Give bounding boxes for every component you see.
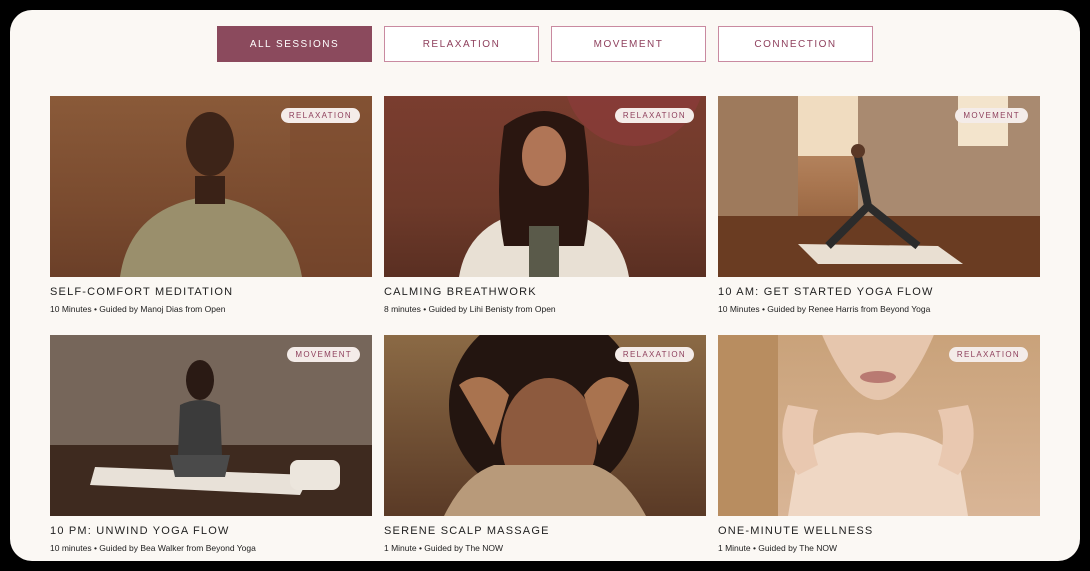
person-illustration: [718, 335, 974, 516]
category-badge: MOVEMENT: [955, 108, 1028, 123]
session-title[interactable]: 10 PM: UNWIND YOGA FLOW: [50, 525, 372, 537]
session-meta: 10 minutes • Guided by Bea Walker from B…: [50, 543, 256, 553]
tab-connection[interactable]: CONNECTION: [718, 26, 873, 62]
person-illustration: [444, 335, 646, 516]
tab-all-sessions[interactable]: ALL SESSIONS: [217, 26, 372, 62]
session-thumbnail[interactable]: RELAXATION: [384, 96, 706, 277]
filter-tabs: ALL SESSIONS RELAXATION MOVEMENT CONNECT…: [217, 26, 873, 62]
person-illustration: [459, 96, 702, 277]
category-badge: RELAXATION: [614, 347, 694, 362]
session-title[interactable]: CALMING BREATHWORK: [384, 286, 706, 298]
yoga-studio-illustration: [718, 96, 1040, 277]
category-badge: RELAXATION: [280, 108, 360, 123]
session-meta: 1 Minute • Guided by The NOW: [718, 543, 838, 553]
session-thumbnail[interactable]: MOVEMENT: [50, 335, 372, 516]
app-frame: ALL SESSIONS RELAXATION MOVEMENT CONNECT…: [10, 10, 1080, 561]
session-thumbnail[interactable]: RELAXATION: [384, 335, 706, 516]
session-card-get-started-yoga-flow[interactable]: MOVEMENT 10 AM: GET STARTED YOGA FLOW 10…: [718, 96, 1040, 314]
category-badge: RELAXATION: [948, 347, 1028, 362]
session-card-calming-breathwork[interactable]: RELAXATION CALMING BREATHWORK 8 minutes …: [384, 96, 706, 314]
session-thumbnail[interactable]: MOVEMENT: [718, 96, 1040, 277]
category-badge: RELAXATION: [614, 108, 694, 123]
session-meta: 10 Minutes • Guided by Renee Harris from…: [718, 304, 931, 314]
tab-movement[interactable]: MOVEMENT: [551, 26, 706, 62]
session-card-self-comfort-meditation[interactable]: RELAXATION SELF-COMFORT MEDITATION 10 Mi…: [50, 96, 372, 314]
tab-relaxation[interactable]: RELAXATION: [384, 26, 539, 62]
category-badge: MOVEMENT: [287, 347, 360, 362]
session-thumbnail[interactable]: RELAXATION: [50, 96, 372, 277]
session-meta: 1 Minute • Guided by The NOW: [384, 543, 504, 553]
session-meta: 8 minutes • Guided by Lihi Benisty from …: [384, 304, 556, 314]
session-card-unwind-yoga-flow[interactable]: MOVEMENT 10 PM: UNWIND YOGA FLOW 10 minu…: [50, 335, 372, 553]
session-title[interactable]: SERENE SCALP MASSAGE: [384, 525, 706, 537]
person-illustration: [120, 96, 372, 277]
session-title[interactable]: SELF-COMFORT MEDITATION: [50, 286, 372, 298]
session-card-serene-scalp-massage[interactable]: RELAXATION SERENE SCALP MASSAGE 1 Minute…: [384, 335, 706, 553]
yoga-studio-illustration: [50, 335, 372, 516]
session-title[interactable]: ONE-MINUTE WELLNESS: [718, 525, 1040, 537]
session-title[interactable]: 10 AM: GET STARTED YOGA FLOW: [718, 286, 1040, 298]
session-meta: 10 Minutes • Guided by Manoj Dias from O…: [50, 304, 226, 314]
session-thumbnail[interactable]: RELAXATION: [718, 335, 1040, 516]
session-card-one-minute-wellness[interactable]: RELAXATION ONE-MINUTE WELLNESS 1 Minute …: [718, 335, 1040, 553]
